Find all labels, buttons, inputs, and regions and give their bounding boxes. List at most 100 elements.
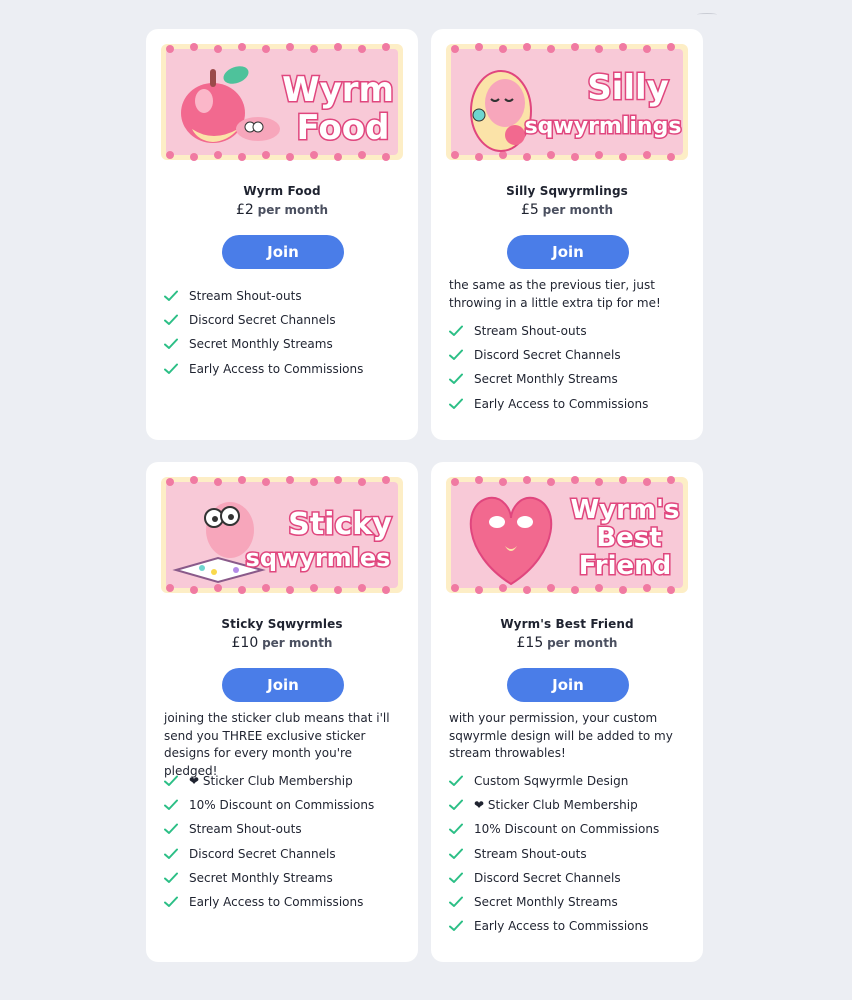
tier-name: Sticky Sqwyrmles <box>221 617 343 631</box>
tier-price: £10 per month <box>231 635 333 651</box>
join-button[interactable]: Join <box>222 235 344 269</box>
perk-label: Discord Secret Channels <box>189 313 336 328</box>
perk-list: ❤ Sticker Club Membership 10% Discount o… <box>164 769 414 914</box>
perk-item: ❤ Sticker Club Membership <box>164 769 414 793</box>
price-amount: 10 <box>240 635 259 651</box>
join-button[interactable]: Join <box>507 668 629 702</box>
perk-list: Stream Shout-outs Discord Secret Channel… <box>449 319 699 416</box>
top-divider <box>697 13 717 16</box>
check-icon <box>449 775 463 787</box>
perk-label: Secret Monthly Streams <box>474 895 618 910</box>
tier-price: £5 per month <box>520 202 614 218</box>
banner-title-line-1: Silly <box>587 68 669 108</box>
banner-title-line-2: sqwyrmles <box>246 544 391 572</box>
price-period: per month <box>542 203 614 217</box>
check-icon <box>449 349 463 361</box>
perk-list: Custom Sqwyrmle Design ❤ Sticker Club Me… <box>449 769 699 938</box>
tier-price: £2 per month <box>235 202 329 218</box>
perk-item: Stream Shout-outs <box>164 817 414 841</box>
perk-item: Stream Shout-outs <box>449 842 699 866</box>
check-icon <box>164 896 178 908</box>
perk-label: Early Access to Commissions <box>474 396 649 411</box>
join-button[interactable]: Join <box>507 235 629 269</box>
tier-name: Silly Sqwyrmlings <box>506 184 628 198</box>
check-icon <box>449 325 463 337</box>
check-icon <box>449 896 463 908</box>
perk-label: Early Access to Commissions <box>189 895 364 910</box>
perk-label: Stream Shout-outs <box>189 822 302 837</box>
perk-label: ❤ Sticker Club Membership <box>189 774 353 789</box>
perk-label: 10% Discount on Commissions <box>474 822 660 837</box>
perk-label: Secret Monthly Streams <box>189 870 333 885</box>
perk-label: Discord Secret Channels <box>189 846 336 861</box>
perk-item: Discord Secret Channels <box>449 343 699 367</box>
perk-label: Stream Shout-outs <box>474 324 587 339</box>
check-icon <box>164 363 178 375</box>
perk-label: Early Access to Commissions <box>474 919 649 934</box>
perk-item: ❤ Sticker Club Membership <box>449 793 699 817</box>
perk-label: Secret Monthly Streams <box>474 372 618 387</box>
check-icon <box>449 848 463 860</box>
tier-name: Wyrm's Best Friend <box>500 617 634 631</box>
perk-label: 10% Discount on Commissions <box>189 798 375 813</box>
banner-title-line-2: Best <box>596 523 661 553</box>
check-icon <box>449 823 463 835</box>
perk-item: Stream Shout-outs <box>449 319 699 343</box>
check-icon <box>164 799 178 811</box>
price-amount: 15 <box>525 635 544 651</box>
perk-label: Discord Secret Channels <box>474 870 621 885</box>
perk-item: Custom Sqwyrmle Design <box>449 769 699 793</box>
join-button[interactable]: Join <box>222 668 344 702</box>
perk-item: Early Access to Commissions <box>164 890 414 914</box>
check-icon <box>449 398 463 410</box>
tier-card-wyrms-best-friend: Wyrm's Best Friend Wyrm's Best Friend £1… <box>431 462 703 962</box>
perk-item: 10% Discount on Commissions <box>449 817 699 841</box>
tier-banner: Sticky sqwyrmles <box>158 474 406 596</box>
price-amount: 5 <box>529 202 539 218</box>
banner-title-line-1: Sticky <box>288 507 392 542</box>
perk-label: ❤ Sticker Club Membership <box>474 798 638 813</box>
check-icon <box>164 848 178 860</box>
price-period: per month <box>547 636 618 650</box>
check-icon <box>449 799 463 811</box>
tier-banner: Silly sqwyrmlings <box>443 41 691 163</box>
check-icon <box>164 338 178 350</box>
perk-item: Secret Monthly Streams <box>449 890 699 914</box>
perk-label: Secret Monthly Streams <box>189 337 333 352</box>
perk-label: Custom Sqwyrmle Design <box>474 774 629 789</box>
perk-label: Stream Shout-outs <box>189 289 302 304</box>
perk-item: 10% Discount on Commissions <box>164 793 414 817</box>
check-icon <box>164 775 178 787</box>
tier-name: Wyrm Food <box>243 184 321 198</box>
perk-item: Discord Secret Channels <box>164 308 414 332</box>
banner-title-line-2: sqwyrmlings <box>525 114 682 139</box>
perk-item: Early Access to Commissions <box>449 392 699 416</box>
perk-item: Secret Monthly Streams <box>449 367 699 391</box>
perk-item: Early Access to Commissions <box>449 914 699 938</box>
price-amount: 2 <box>244 202 254 218</box>
banner-title-line-1: Wyrm's <box>571 495 680 525</box>
banner-title-line-2: Food <box>297 108 390 148</box>
tier-card-sticky-sqwyrmles: Sticky sqwyrmles Sticky Sqwyrmles £10 pe… <box>146 462 418 962</box>
perk-label: Early Access to Commissions <box>189 361 364 376</box>
tier-price: £15 per month <box>516 635 618 651</box>
tier-banner: Wyrm Food <box>158 41 406 163</box>
price-period: per month <box>257 203 329 217</box>
perk-item: Early Access to Commissions <box>164 357 414 381</box>
tier-card-wyrm-food: Wyrm Food Wyrm Food £2 per month Join St… <box>146 29 418 440</box>
banner-title-line-1: Wyrm <box>282 70 394 110</box>
perk-item: Stream Shout-outs <box>164 284 414 308</box>
banner-title-line-3: Friend <box>579 551 672 581</box>
perk-item: Secret Monthly Streams <box>164 866 414 890</box>
perk-label: Discord Secret Channels <box>474 348 621 363</box>
perk-list: Stream Shout-outs Discord Secret Channel… <box>164 284 414 381</box>
tier-description: the same as the previous tier, just thro… <box>449 278 661 310</box>
check-icon <box>164 314 178 326</box>
perk-item: Secret Monthly Streams <box>164 332 414 356</box>
price-period: per month <box>262 636 333 650</box>
perk-label: Stream Shout-outs <box>474 846 587 861</box>
check-icon <box>449 373 463 385</box>
perk-item: Discord Secret Channels <box>164 842 414 866</box>
check-icon <box>449 920 463 932</box>
check-icon <box>164 823 178 835</box>
